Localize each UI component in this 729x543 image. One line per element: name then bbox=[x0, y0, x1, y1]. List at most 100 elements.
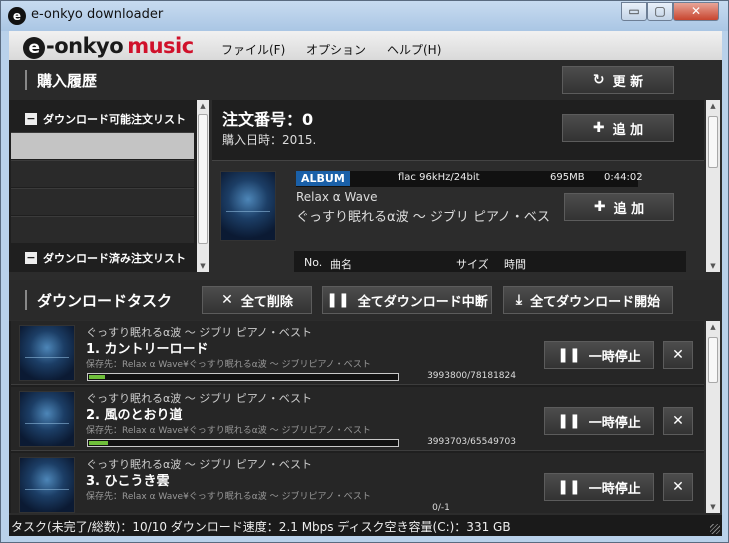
order-detail-pane: 注文番号：0 購入日時：2015. ✚ 追 加 ALBUM flac 96kHz… bbox=[212, 100, 704, 272]
order-list-item[interactable] bbox=[11, 132, 194, 159]
pause-task-button[interactable]: ❚❚ 一時停止 bbox=[544, 341, 654, 369]
e-onkyo-logo: e -onkyo music bbox=[23, 34, 194, 59]
refresh-icon: ↻ bbox=[592, 72, 605, 88]
minimize-button[interactable]: ▭ bbox=[621, 2, 647, 21]
close-button[interactable]: ✕ bbox=[673, 2, 719, 21]
remove-task-button[interactable]: ✕ bbox=[663, 407, 693, 435]
pause-task-button[interactable]: ❚❚ 一時停止 bbox=[544, 407, 654, 435]
close-icon: ✕ bbox=[672, 347, 684, 363]
pause-icon: ❚❚ bbox=[557, 413, 581, 429]
task-album-cover bbox=[19, 457, 75, 513]
album-title: ぐっすり眠れるα波 ～ ジブリ ピアノ・ベス bbox=[296, 210, 551, 225]
scroll-up-icon[interactable]: ▲ bbox=[706, 102, 720, 110]
menu-options[interactable]: オプション bbox=[306, 41, 366, 58]
close-icon: ✕ bbox=[672, 413, 684, 429]
remove-task-button[interactable]: ✕ bbox=[663, 341, 693, 369]
purchase-history-header: 購入履歴 ↻ 更 新 bbox=[9, 60, 722, 100]
download-icon: ⤓ bbox=[515, 292, 523, 308]
remove-task-button[interactable]: ✕ bbox=[663, 473, 693, 501]
menu-bar: e -onkyo music ファイル(F) オプション ヘルプ(H) bbox=[9, 31, 722, 60]
maximize-button[interactable]: ▢ bbox=[647, 2, 673, 21]
order-date: 購入日時：2015. bbox=[222, 133, 317, 147]
scroll-up-icon[interactable]: ▲ bbox=[197, 102, 209, 110]
start-all-button[interactable]: ⤓ 全てダウンロード開始 bbox=[503, 286, 673, 314]
pause-all-button[interactable]: ❚❚ 全てダウンロード中断 bbox=[322, 286, 492, 314]
close-icon: ✕ bbox=[221, 292, 233, 308]
order-detail-scrollbar[interactable]: ▲ ▼ bbox=[706, 100, 720, 272]
download-task-header: ダウンロードタスク ✕ 全て削除 ❚❚ 全てダウンロード中断 ⤓ 全てダウンロー… bbox=[9, 280, 722, 320]
status-text: タスク(未完了/総数)：10/10 ダウンロード速度：2.1 Mbps ディスク… bbox=[11, 520, 511, 534]
order-list-item[interactable] bbox=[11, 160, 194, 187]
download-task-title: ダウンロードタスク bbox=[37, 292, 173, 310]
order-list-scrollbar[interactable]: ▲ ▼ bbox=[197, 100, 209, 272]
task-bytes: 0/-1 bbox=[432, 503, 450, 513]
task-track-title: 1. カントリーロード bbox=[86, 342, 209, 357]
downloaded-list-header[interactable]: − ダウンロード済み注文リスト bbox=[9, 245, 197, 271]
collapse-icon: − bbox=[25, 251, 37, 264]
plus-icon: ✚ bbox=[593, 199, 606, 215]
purchase-history-title: 購入履歴 bbox=[37, 72, 98, 90]
section-marker bbox=[25, 290, 27, 310]
scroll-thumb[interactable] bbox=[708, 116, 718, 168]
album-format: flac 96kHz/24bit bbox=[398, 172, 480, 183]
order-list-pane: − ダウンロード可能注文リスト − ダウンロード済み注文リスト ▲ ▼ bbox=[9, 100, 209, 272]
album-row: ALBUM flac 96kHz/24bit 695MB 0:44:02 Rel… bbox=[212, 160, 704, 272]
scroll-thumb[interactable] bbox=[198, 114, 208, 244]
task-list-scrollbar[interactable]: ▲ ▼ bbox=[706, 321, 720, 513]
download-task-list: ぐっすり眠れるα波 ～ ジブリ ピアノ・ベスト 1. カントリーロード 保存先：… bbox=[9, 321, 704, 513]
pause-icon: ❚❚ bbox=[326, 292, 350, 308]
col-no: No. bbox=[304, 256, 323, 269]
app-window: e e-onkyo downloader ▭ ▢ ✕ e -onkyo music … bbox=[0, 0, 729, 543]
scroll-down-icon[interactable]: ▼ bbox=[706, 262, 720, 270]
task-track-title: 3. ひこうき雲 bbox=[86, 474, 170, 489]
download-task-item[interactable]: ぐっすり眠れるα波 ～ ジブリ ピアノ・ベスト 3. ひこうき雲 保存先：Rel… bbox=[11, 453, 704, 513]
download-task-item[interactable]: ぐっすり眠れるα波 ～ ジブリ ピアノ・ベスト 1. カントリーロード 保存先：… bbox=[11, 321, 704, 385]
delete-all-button[interactable]: ✕ 全て削除 bbox=[202, 286, 312, 314]
order-list-item[interactable] bbox=[11, 188, 194, 215]
plus-icon: ✚ bbox=[592, 120, 605, 136]
window-title: e-onkyo downloader bbox=[31, 7, 164, 22]
task-save-path: 保存先：Relax α Wave¥ぐっすり眠れるα波 ～ ジブリピアノ・ベスト bbox=[86, 426, 371, 436]
task-album-cover bbox=[19, 391, 75, 447]
add-album-button[interactable]: ✚ 追 加 bbox=[564, 193, 674, 221]
order-number: 注文番号：0 bbox=[222, 110, 314, 129]
pause-icon: ❚❚ bbox=[557, 347, 581, 363]
order-list-item[interactable] bbox=[11, 216, 194, 243]
pause-task-button[interactable]: ❚❚ 一時停止 bbox=[544, 473, 654, 501]
download-task-item[interactable]: ぐっすり眠れるα波 ～ ジブリ ピアノ・ベスト 2. 風のとおり道 保存先：Re… bbox=[11, 387, 704, 451]
title-bar[interactable]: e e-onkyo downloader ▭ ▢ ✕ bbox=[1, 1, 728, 31]
task-save-path: 保存先：Relax α Wave¥ぐっすり眠れるα波 ～ ジブリピアノ・ベスト bbox=[86, 360, 371, 370]
task-save-path: 保存先：Relax α Wave¥ぐっすり眠れるα波 ～ ジブリピアノ・ベスト bbox=[86, 492, 371, 502]
menu-file[interactable]: ファイル(F) bbox=[221, 41, 285, 58]
refresh-button[interactable]: ↻ 更 新 bbox=[562, 66, 674, 94]
menu-help[interactable]: ヘルプ(H) bbox=[387, 41, 441, 58]
col-title: 曲名 bbox=[330, 258, 352, 271]
col-size: サイズ bbox=[456, 258, 489, 271]
add-order-button[interactable]: ✚ 追 加 bbox=[562, 114, 674, 142]
scroll-down-icon[interactable]: ▼ bbox=[706, 503, 720, 511]
status-bar: タスク(未完了/総数)：10/10 ダウンロード速度：2.1 Mbps ディスク… bbox=[9, 515, 722, 536]
col-time: 時間 bbox=[504, 258, 526, 271]
album-cover bbox=[220, 171, 276, 241]
album-size: 695MB bbox=[550, 172, 585, 183]
resize-grip[interactable] bbox=[710, 524, 720, 534]
pause-icon: ❚❚ bbox=[557, 479, 581, 495]
track-table-header: No. 曲名 サイズ 時間 bbox=[294, 251, 686, 272]
scroll-down-icon[interactable]: ▼ bbox=[197, 262, 209, 270]
album-badge: ALBUM bbox=[296, 171, 350, 186]
album-duration: 0:44:02 bbox=[604, 172, 643, 183]
downloadable-list-header[interactable]: − ダウンロード可能注文リスト bbox=[9, 106, 197, 132]
task-bytes: 3993703/65549703 bbox=[427, 437, 516, 447]
task-bytes: 3993800/78181824 bbox=[427, 371, 516, 381]
album-artist: Relax α Wave bbox=[296, 190, 378, 204]
task-progress-bar bbox=[87, 439, 399, 447]
section-marker bbox=[25, 70, 27, 90]
task-track-title: 2. 風のとおり道 bbox=[86, 408, 183, 423]
main-client: e -onkyo music ファイル(F) オプション ヘルプ(H) 購入履歴 ↻… bbox=[9, 31, 722, 536]
scroll-up-icon[interactable]: ▲ bbox=[706, 323, 720, 331]
app-icon: e bbox=[8, 7, 26, 25]
scroll-thumb[interactable] bbox=[708, 337, 718, 383]
task-album-cover bbox=[19, 325, 75, 381]
close-icon: ✕ bbox=[672, 479, 684, 495]
collapse-icon: − bbox=[25, 112, 37, 125]
